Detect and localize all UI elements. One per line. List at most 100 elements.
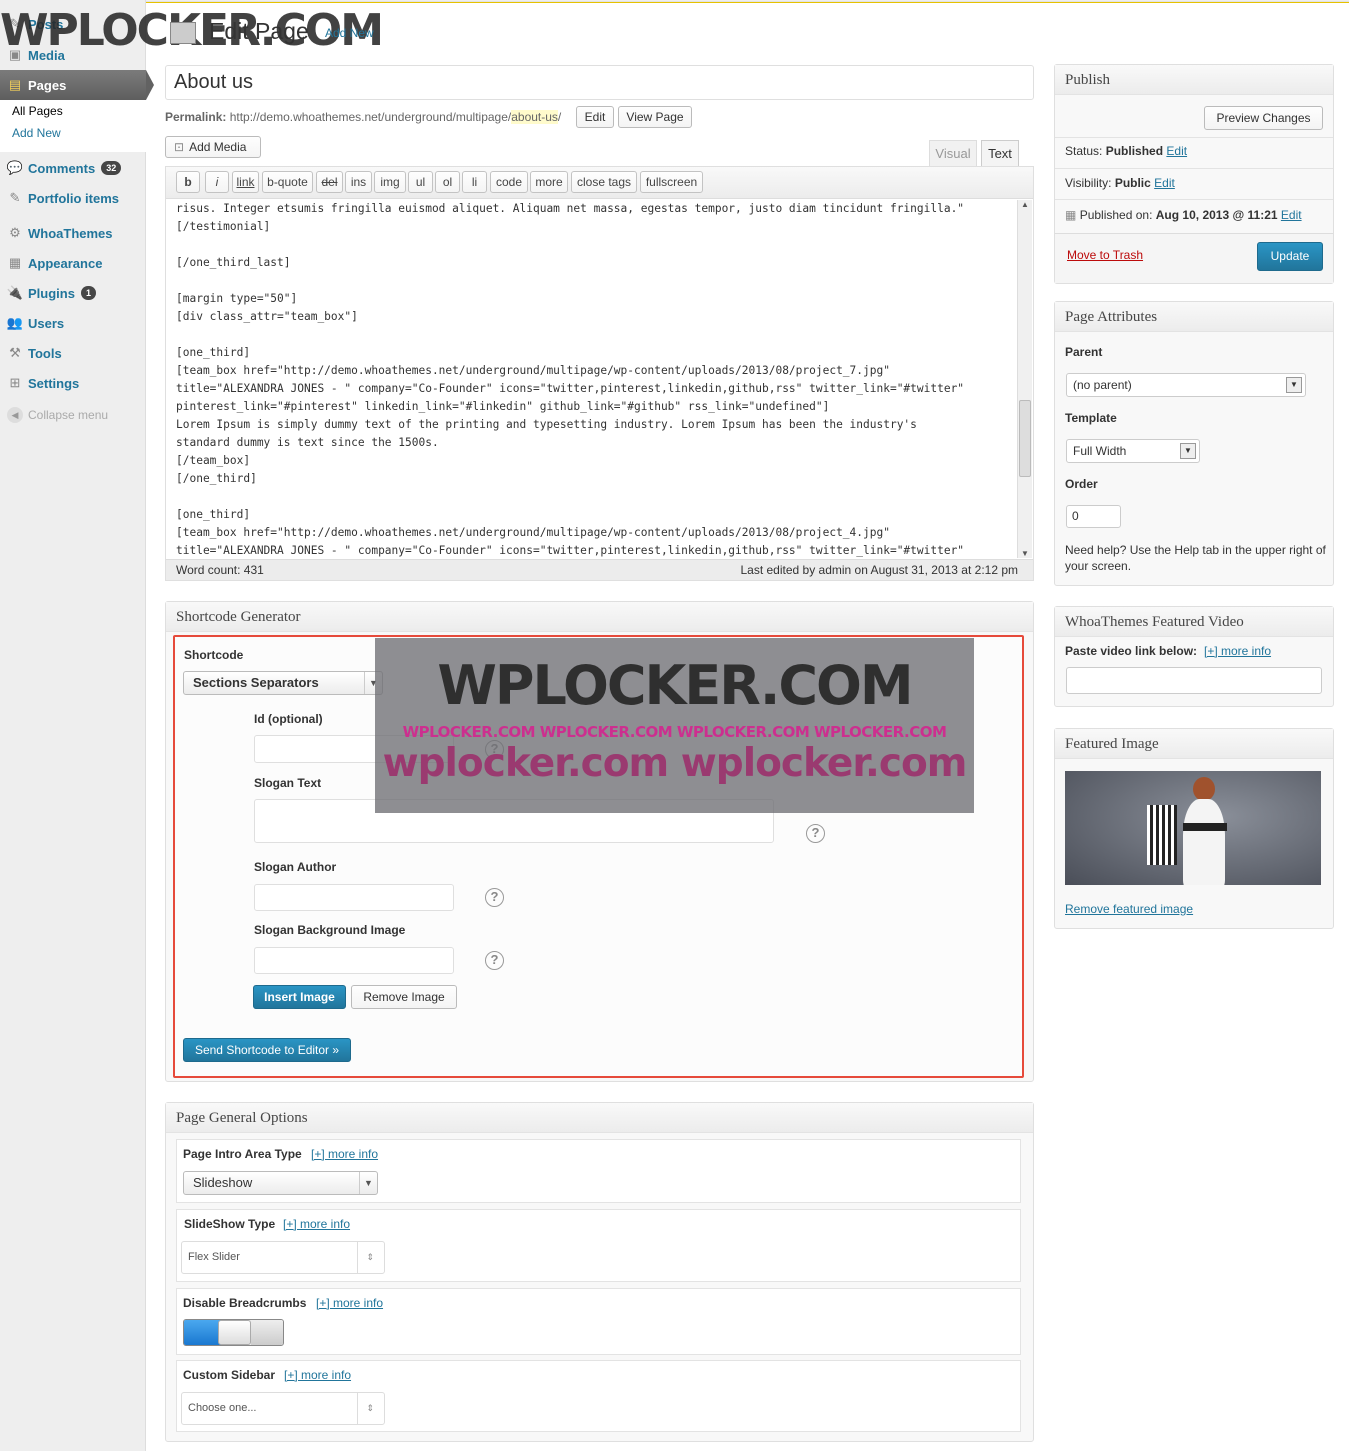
slogan-author-input[interactable]: [254, 884, 454, 911]
template-select[interactable]: Full Width ▼: [1066, 439, 1200, 463]
shopping-bag: [1147, 805, 1177, 865]
sidebar-item-portfolio[interactable]: ✎ Portfolio items: [0, 183, 146, 213]
send-shortcode-button[interactable]: Send Shortcode to Editor »: [183, 1038, 351, 1062]
quicktag-ul[interactable]: ul: [408, 171, 433, 193]
scroll-up-icon[interactable]: ▲: [1018, 200, 1032, 209]
content-textarea[interactable]: risus. Integer etsumis fringilla euismod…: [176, 200, 1016, 560]
intro-area-select[interactable]: Slideshow ▼: [183, 1171, 378, 1195]
sidebar-item-tools[interactable]: ⚒ Tools: [0, 338, 146, 368]
sidebar-item-whoathemes[interactable]: ⚙ WhoaThemes: [0, 218, 146, 248]
page-title: Edit Page: [209, 18, 309, 44]
sidebar-item-appearance[interactable]: ▦ Appearance: [0, 248, 146, 278]
breadcrumbs-toggle[interactable]: [183, 1319, 284, 1346]
help-text: Need help? Use the Help tab in the upper…: [1065, 543, 1326, 573]
order-input[interactable]: 0: [1066, 505, 1121, 528]
order-label: Order: [1065, 477, 1098, 491]
quicktag-fullscreen[interactable]: fullscreen: [640, 171, 703, 193]
custom-sidebar-select[interactable]: Choose one... ⇕: [181, 1392, 385, 1425]
sidebar-item-comments[interactable]: 💬 Comments 32: [0, 153, 146, 183]
sidebar-item-users[interactable]: 👥 Users: [0, 308, 146, 338]
permalink-end: /: [557, 110, 562, 124]
sidebar-item-label: Settings: [28, 375, 80, 391]
quicktag-bold[interactable]: b: [176, 171, 200, 193]
visibility-edit-link[interactable]: Edit: [1154, 176, 1175, 190]
published-value: Aug 10, 2013 @ 11:21: [1155, 208, 1278, 222]
toggle-knob[interactable]: [218, 1320, 251, 1345]
help-icon[interactable]: ?: [806, 824, 825, 843]
slogan-bg-label: Slogan Background Image: [254, 923, 406, 937]
sidebar-item-settings[interactable]: ⊞ Settings: [0, 368, 146, 398]
parent-select[interactable]: (no parent) ▼: [1066, 373, 1306, 397]
permalink-edit-button[interactable]: Edit: [576, 106, 614, 128]
quicktag-code[interactable]: code: [490, 171, 528, 193]
collapse-arrow-icon: ◀: [7, 407, 23, 423]
quicktag-li[interactable]: li: [462, 171, 487, 193]
video-link-textarea[interactable]: [1066, 667, 1322, 694]
more-info-link[interactable]: [+] more info: [1204, 644, 1271, 658]
tab-visual[interactable]: Visual: [929, 140, 977, 166]
insert-image-button[interactable]: Insert Image: [253, 985, 346, 1009]
help-icon[interactable]: ?: [485, 888, 504, 907]
more-info-link[interactable]: [+] more info: [311, 1147, 378, 1161]
collapse-menu[interactable]: ◀ Collapse menu: [0, 400, 146, 430]
move-to-trash-link[interactable]: Move to Trash: [1067, 248, 1143, 262]
date-edit-link[interactable]: Edit: [1281, 208, 1302, 222]
sidebar-item-plugins[interactable]: 🔌 Plugins 1: [0, 278, 146, 308]
permalink-slug[interactable]: about-us: [511, 110, 558, 124]
remove-featured-image-link[interactable]: Remove featured image: [1065, 902, 1193, 916]
id-label: Id (optional): [254, 712, 323, 726]
permalink-label: Permalink:: [165, 110, 227, 124]
scroll-down-icon[interactable]: ▼: [1018, 549, 1032, 558]
sidebar-item-label: Comments: [28, 160, 96, 176]
shortcode-select[interactable]: Sections Separators ▼: [183, 671, 383, 695]
add-new-link[interactable]: Add New: [325, 26, 374, 40]
page-attributes-title: Page Attributes: [1055, 302, 1333, 332]
chevron-down-icon: ▼: [359, 1172, 377, 1194]
tab-text[interactable]: Text: [981, 140, 1019, 166]
quicktag-more[interactable]: more: [530, 171, 568, 193]
post-title-input[interactable]: About us: [165, 65, 1034, 100]
scroll-thumb[interactable]: [1019, 400, 1031, 477]
view-page-button[interactable]: View Page: [618, 106, 692, 128]
quicktag-ol[interactable]: ol: [435, 171, 460, 193]
quicktag-del[interactable]: del: [316, 171, 343, 193]
remove-image-button[interactable]: Remove Image: [351, 985, 457, 1009]
help-icon[interactable]: ?: [485, 951, 504, 970]
post-visibility: Visibility: Public Edit: [1065, 176, 1175, 190]
sidebar-item-label: Pages: [28, 77, 67, 93]
sidebar-item-label: WhoaThemes: [28, 225, 113, 241]
submenu-all-pages[interactable]: All Pages: [0, 100, 146, 122]
template-label: Template: [1065, 411, 1117, 425]
plugins-count-badge: 1: [80, 286, 96, 300]
status-edit-link[interactable]: Edit: [1166, 144, 1187, 158]
quicktag-ins[interactable]: ins: [345, 171, 372, 193]
more-info-link[interactable]: [+] more info: [316, 1296, 383, 1310]
add-media-label: Add Media: [189, 140, 247, 154]
sidebar-item-pages[interactable]: ▤ Pages: [0, 70, 154, 100]
slogan-author-label: Slogan Author: [254, 860, 337, 874]
quicktag-close-tags[interactable]: close tags: [571, 171, 637, 193]
sidebar-item-label: Portfolio items: [28, 190, 120, 206]
slogan-bg-input[interactable]: [254, 947, 454, 974]
post-status: Status: Published Edit: [1065, 144, 1187, 158]
sidebar-item-label: Users: [28, 315, 65, 331]
sidebar-item-label: Appearance: [28, 255, 103, 271]
shortcode-generator-title: Shortcode Generator: [166, 602, 1033, 632]
update-button[interactable]: Update: [1257, 242, 1323, 271]
more-info-link[interactable]: [+] more info: [284, 1368, 351, 1382]
quicktag-img[interactable]: img: [374, 171, 406, 193]
quicktag-bquote[interactable]: b-quote: [262, 171, 313, 193]
add-media-button[interactable]: ⊡ Add Media: [165, 136, 261, 158]
featured-image[interactable]: [1065, 771, 1321, 885]
preview-changes-button[interactable]: Preview Changes: [1204, 106, 1323, 130]
submenu-add-new[interactable]: Add New: [0, 122, 146, 144]
comments-count-badge: 32: [101, 161, 122, 175]
editor-scrollbar[interactable]: ▲ ▼: [1017, 200, 1032, 558]
published-date: ▦ Published on: Aug 10, 2013 @ 11:21 Edi…: [1065, 208, 1302, 222]
watermark-overlay: WPLOCKER.COM WPLOCKER.COM WPLOCKER.COM W…: [375, 638, 974, 813]
status-label: Status:: [1065, 144, 1103, 158]
slideshow-type-select[interactable]: Flex Slider ⇕: [181, 1241, 385, 1274]
quicktag-italic[interactable]: i: [205, 171, 229, 193]
quicktag-link[interactable]: link: [232, 171, 259, 193]
more-info-link[interactable]: [+] more info: [283, 1217, 350, 1231]
